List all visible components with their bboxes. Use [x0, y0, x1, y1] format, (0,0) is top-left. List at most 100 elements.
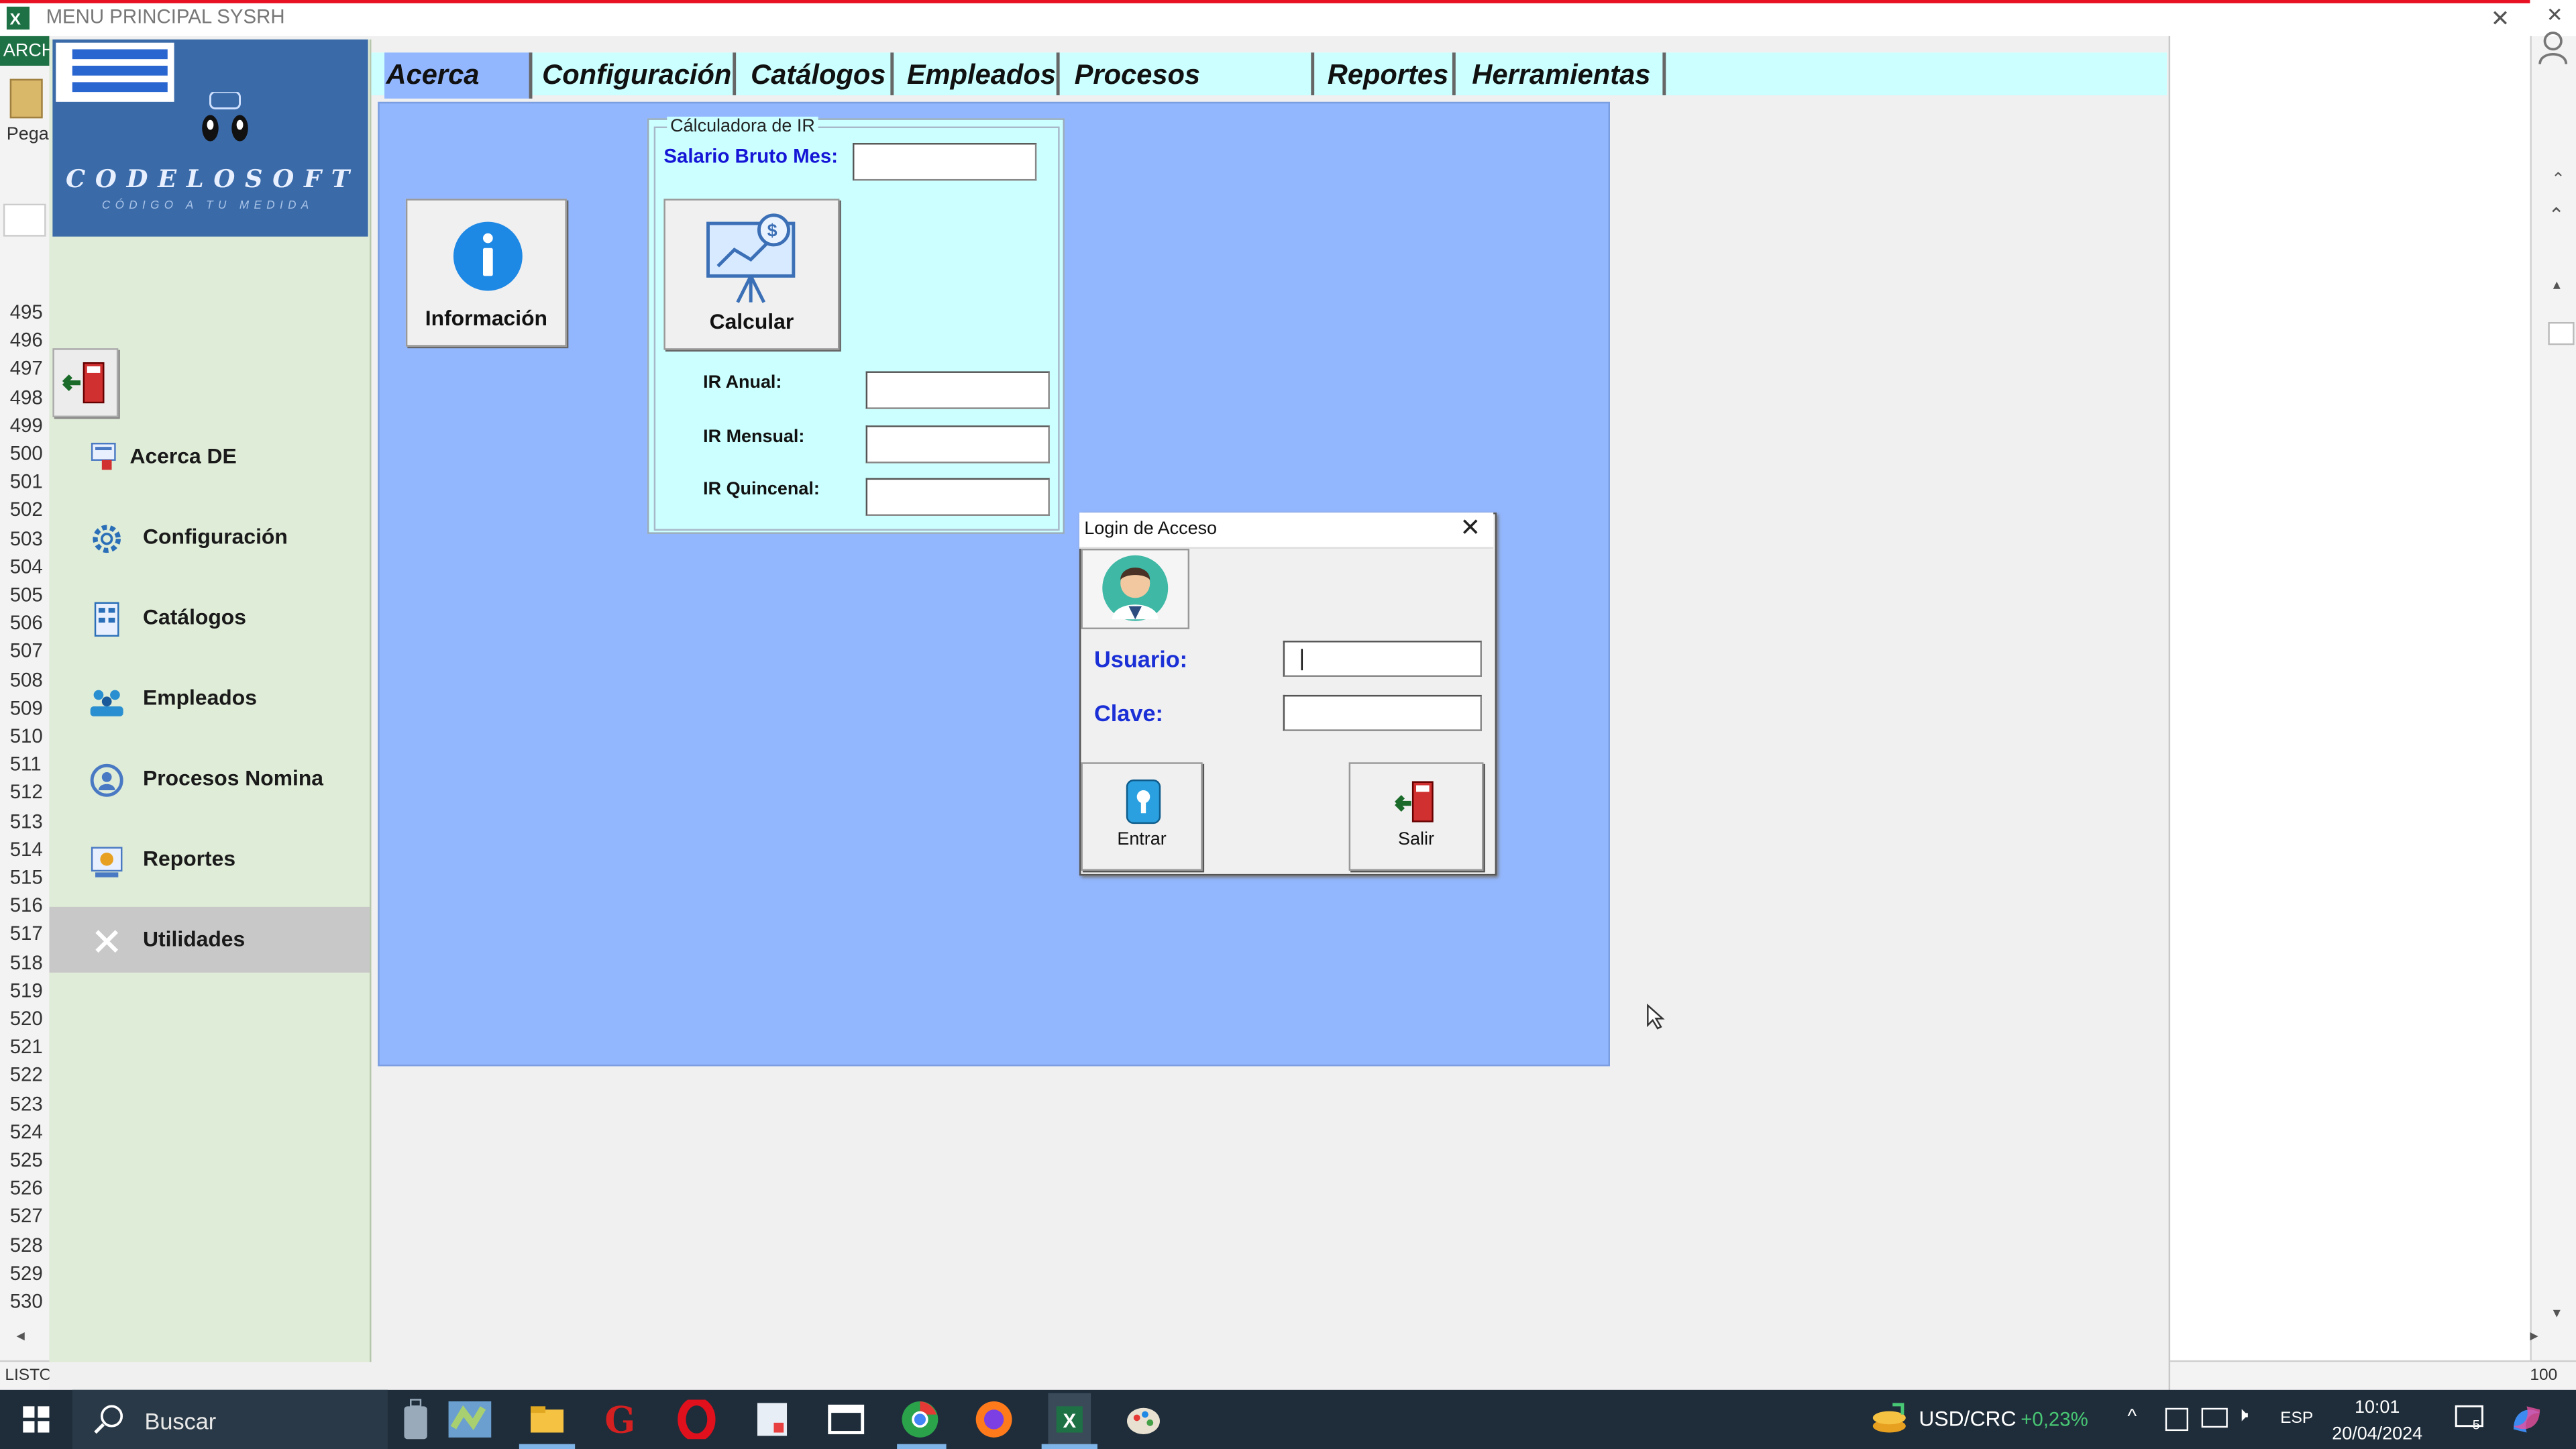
excel-row-number[interactable]: 524 — [0, 1118, 56, 1146]
windows-start-icon[interactable] — [0, 1390, 72, 1449]
excel-row-number[interactable]: 528 — [0, 1232, 56, 1260]
window-close-icon[interactable]: ✕ — [2491, 5, 2510, 33]
excel-row-number[interactable]: 512 — [0, 780, 56, 808]
tab-catálogos[interactable]: Catálogos — [751, 52, 894, 96]
excel-row-number[interactable]: 506 — [0, 610, 56, 638]
notepad-icon[interactable] — [753, 1400, 792, 1440]
tab-reportes[interactable]: Reportes — [1328, 52, 1456, 96]
excel-row-number[interactable]: 521 — [0, 1034, 56, 1062]
taskbar-clock[interactable]: 10:01 20/04/2024 — [2326, 1395, 2428, 1447]
tab-configuración[interactable]: Configuración — [542, 52, 737, 96]
opera-icon[interactable] — [677, 1397, 716, 1442]
file-explorer-icon[interactable] — [527, 1400, 567, 1440]
excel-row-number[interactable]: 511 — [0, 751, 56, 780]
tab-herramientas[interactable]: Herramientas — [1472, 52, 1666, 96]
sidebar-item-procesos-nomina[interactable]: Procesos Nomina — [49, 746, 370, 812]
excel-row-number[interactable]: 515 — [0, 864, 56, 892]
salir-button[interactable]: Salir — [1348, 762, 1484, 871]
stock-ticker-icon[interactable] — [1870, 1400, 1909, 1440]
excel-row-number[interactable]: 516 — [0, 892, 56, 920]
excel-row-number[interactable]: 530 — [0, 1288, 56, 1316]
taskbar-search-box[interactable] — [72, 1389, 388, 1449]
scrollbar-thumb[interactable] — [2548, 322, 2575, 345]
language-indicator[interactable]: ESP — [2280, 1409, 2313, 1428]
tray-chevron-icon[interactable]: ^ — [2127, 1405, 2137, 1428]
salario-bruto-input[interactable] — [853, 143, 1037, 181]
excel-row-number[interactable]: 514 — [0, 836, 56, 864]
excel-taskbar-icon[interactable]: X — [1048, 1393, 1091, 1446]
tab-procesos-nómina[interactable]: Procesos Nómina — [1075, 52, 1315, 136]
excel-row-number[interactable]: 500 — [0, 440, 56, 468]
network-icon[interactable] — [2201, 1407, 2228, 1428]
chrome-icon[interactable] — [900, 1400, 940, 1440]
meet-now-icon[interactable] — [2165, 1407, 2189, 1432]
excel-row-number[interactable]: 497 — [0, 356, 56, 384]
copilot-icon[interactable] — [2507, 1400, 2546, 1440]
excel-ribbon-tab[interactable]: ARCH — [0, 36, 54, 66]
excel-row-number[interactable]: 495 — [0, 299, 56, 327]
excel-row-number[interactable]: 498 — [0, 384, 56, 412]
excel-active-indicator — [1041, 1444, 1097, 1449]
tab-empleados[interactable]: Empleados — [907, 52, 1060, 96]
collapse-ribbon-icon[interactable]: ⌃ — [2551, 171, 2565, 189]
user-account-icon[interactable] — [2538, 30, 2568, 66]
excel-row-number[interactable]: 508 — [0, 666, 56, 694]
excel-row-number[interactable]: 502 — [0, 497, 56, 525]
login-close-icon[interactable]: ✕ — [1456, 515, 1485, 544]
paint-icon[interactable] — [1124, 1400, 1163, 1440]
excel-row-number[interactable]: 501 — [0, 468, 56, 496]
excel-row-number[interactable]: 505 — [0, 582, 56, 610]
excel-row-number[interactable]: 496 — [0, 327, 56, 356]
excel-row-number[interactable]: 523 — [0, 1090, 56, 1118]
luggage-icon[interactable] — [399, 1397, 432, 1443]
excel-row-number[interactable]: 513 — [0, 808, 56, 836]
ir-anual-field[interactable] — [865, 371, 1050, 409]
excel-row-number[interactable]: 499 — [0, 412, 56, 440]
excel-row-number[interactable]: 504 — [0, 553, 56, 582]
scroll-down-icon[interactable]: ▾ — [2553, 1304, 2561, 1322]
window-app-icon[interactable] — [826, 1400, 866, 1440]
calcular-button[interactable]: $ Calcular — [663, 199, 840, 350]
excel-close-icon[interactable]: ✕ — [2546, 3, 2563, 26]
excel-row-number[interactable]: 526 — [0, 1175, 56, 1203]
ir-mensual-field[interactable] — [865, 425, 1050, 464]
excel-row-number[interactable]: 525 — [0, 1146, 56, 1175]
volume-icon[interactable]: 🕨 — [2236, 1403, 2249, 1428]
grammarly-icon[interactable]: G — [601, 1399, 641, 1442]
excel-row-number[interactable]: 527 — [0, 1203, 56, 1232]
sidebar-item-catálogos[interactable]: Catálogos — [49, 585, 370, 651]
sidebar-item-empleados[interactable]: Empleados — [49, 665, 370, 731]
clock-time: 10:01 — [2354, 1398, 2400, 1418]
excel-row-number[interactable]: 519 — [0, 977, 56, 1006]
firefox-icon[interactable] — [974, 1400, 1014, 1440]
excel-row-number[interactable]: 509 — [0, 694, 56, 722]
usuario-input[interactable] — [1283, 641, 1482, 677]
excel-row-number[interactable]: 507 — [0, 638, 56, 666]
scroll-right-icon[interactable]: ▸ — [2530, 1328, 2538, 1346]
paste-icon[interactable] — [9, 78, 43, 119]
excel-row-number[interactable]: 522 — [0, 1062, 56, 1090]
entrar-button[interactable]: Entrar — [1081, 762, 1203, 871]
excel-row-number[interactable]: 518 — [0, 949, 56, 977]
ir-quincenal-field[interactable] — [865, 478, 1050, 516]
excel-row-number[interactable]: 503 — [0, 525, 56, 553]
map-widget-icon[interactable] — [447, 1398, 493, 1441]
excel-row-number[interactable]: 517 — [0, 920, 56, 949]
excel-row-number[interactable]: 510 — [0, 723, 56, 751]
scroll-up-icon[interactable]: ⌃ — [2548, 204, 2565, 227]
scroll-up-small-icon[interactable]: ▴ — [2553, 276, 2561, 294]
ir-calculator-title: Cálculadora de IR — [667, 116, 818, 137]
excel-row-number[interactable]: 529 — [0, 1260, 56, 1288]
sidebar-item-reportes[interactable]: Reportes — [49, 826, 370, 892]
clave-input[interactable] — [1283, 694, 1482, 731]
tab-acerca-de[interactable]: Acerca DE — [384, 52, 533, 136]
sidebar-item-utilidades[interactable]: Utilidades — [49, 906, 370, 973]
excel-namebox[interactable] — [3, 203, 46, 237]
ticker-symbol[interactable]: USD/CRC — [1919, 1406, 2016, 1431]
exit-app-button[interactable] — [52, 348, 119, 418]
scroll-left-icon[interactable]: ◂ — [16, 1328, 24, 1346]
sidebar-item-configuración[interactable]: Configuración — [49, 504, 370, 570]
informacion-button[interactable]: Información — [405, 199, 567, 347]
excel-row-number[interactable]: 520 — [0, 1006, 56, 1034]
sidebar-item-acerca-de[interactable]: Acerca DE — [49, 424, 370, 490]
